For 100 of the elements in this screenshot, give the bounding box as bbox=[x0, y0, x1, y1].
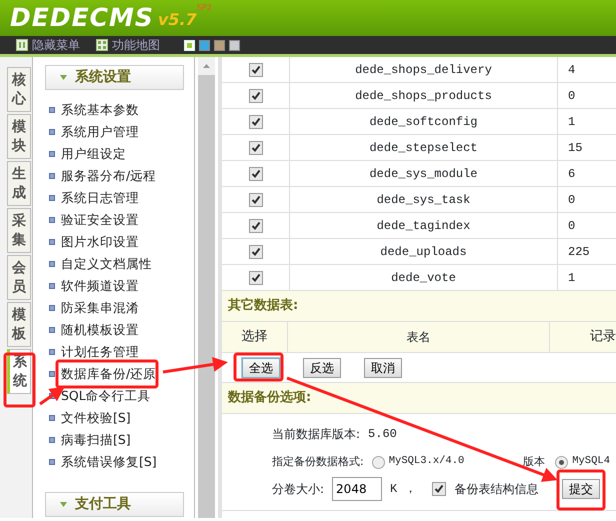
menu-section-header[interactable]: 系统设置 bbox=[45, 65, 184, 90]
field-label: 当前数据库版本: bbox=[272, 426, 360, 443]
submit-button[interactable]: 提交 bbox=[562, 479, 600, 499]
toolbar-link[interactable]: 隐藏菜单 bbox=[32, 36, 80, 54]
table-name: dede_vote bbox=[391, 270, 456, 286]
side-tab[interactable]: 核心 bbox=[7, 67, 31, 112]
side-tab[interactable]: 模块 bbox=[7, 114, 31, 159]
menu-item[interactable]: 文件校验[S] bbox=[61, 408, 131, 428]
bullet-icon bbox=[49, 349, 55, 355]
select-button[interactable]: 取消 bbox=[364, 358, 402, 378]
highlight-frame bbox=[4, 352, 36, 408]
highlight-frame bbox=[234, 352, 284, 382]
checkbox-label: 备份表结构信息 bbox=[454, 481, 538, 498]
side-tab[interactable]: 采集 bbox=[7, 208, 31, 253]
record-count: 4 bbox=[568, 62, 576, 78]
menu-item[interactable]: SQL命令行工具 bbox=[61, 386, 151, 406]
record-count: 0 bbox=[568, 192, 576, 208]
record-count: 1 bbox=[568, 270, 576, 286]
menu-item[interactable]: 防采集串混淆 bbox=[61, 298, 139, 318]
menu-item[interactable]: 系统日志管理 bbox=[61, 188, 139, 208]
field-label: 分卷大小: bbox=[272, 481, 324, 498]
record-count: 1 bbox=[568, 114, 576, 130]
bullet-icon bbox=[49, 107, 55, 113]
section-title: 系统设置 bbox=[75, 68, 131, 87]
menu-item[interactable]: 图片水印设置 bbox=[61, 232, 139, 252]
side-tab[interactable]: 生成 bbox=[7, 161, 31, 206]
bullet-icon bbox=[49, 415, 55, 421]
select-button[interactable]: 全选 bbox=[242, 358, 280, 378]
radio-button[interactable] bbox=[555, 456, 568, 468]
column-header: 表名 bbox=[406, 329, 431, 346]
table-name: dede_stepselect bbox=[369, 140, 478, 156]
bullet-icon bbox=[49, 283, 55, 289]
checkbox[interactable] bbox=[248, 88, 262, 102]
section-title: 其它数据表: bbox=[228, 296, 298, 316]
radio-label: MySQL4 bbox=[572, 454, 610, 470]
menu-item[interactable]: 数据库备份/还原 bbox=[61, 364, 156, 384]
column-header: 选择 bbox=[242, 328, 268, 346]
bullet-icon bbox=[49, 217, 55, 223]
side-tab[interactable]: 会员 bbox=[7, 255, 31, 300]
checkbox[interactable] bbox=[432, 482, 446, 496]
table-name: dede_shops_delivery bbox=[355, 62, 492, 78]
column-header: 记录 bbox=[590, 328, 616, 346]
skin-swatch[interactable] bbox=[199, 40, 210, 50]
menu-item[interactable]: 病毒扫描[S] bbox=[61, 430, 131, 450]
radio-label: MySQL3.x/4.0 bbox=[388, 454, 464, 470]
toolbar-link[interactable]: 功能地图 bbox=[112, 36, 160, 54]
unit-text: K ， bbox=[390, 481, 416, 498]
menu-item[interactable]: 服务器分布/远程 bbox=[61, 166, 156, 186]
table-name: dede_shops_products bbox=[355, 88, 492, 104]
bullet-icon bbox=[49, 305, 55, 311]
table-name: dede_softconfig bbox=[369, 114, 478, 130]
checkbox[interactable] bbox=[248, 166, 262, 180]
table-name: dede_sys_module bbox=[369, 166, 478, 182]
checkbox[interactable] bbox=[248, 270, 262, 284]
checkbox[interactable] bbox=[248, 244, 262, 258]
bullet-icon bbox=[49, 371, 55, 377]
volume-field[interactable]: 2048 bbox=[332, 477, 382, 501]
checkbox[interactable] bbox=[248, 62, 262, 76]
checkbox[interactable] bbox=[248, 192, 262, 206]
table-name: dede_sys_task bbox=[376, 192, 470, 208]
record-count: 6 bbox=[568, 166, 576, 182]
bullet-icon bbox=[49, 459, 55, 465]
menu-item[interactable]: 验证安全设置 bbox=[61, 210, 139, 230]
field-label: 指定备份数据格式: bbox=[272, 454, 364, 470]
radio-button[interactable] bbox=[372, 456, 385, 468]
table-name: dede_uploads bbox=[380, 244, 467, 260]
skin-swatch[interactable] bbox=[214, 40, 225, 50]
record-count: 15 bbox=[568, 140, 582, 156]
highlight-frame bbox=[556, 470, 606, 510]
menu-item[interactable]: 系统错误修复[S] bbox=[61, 452, 157, 472]
record-count: 0 bbox=[568, 218, 576, 234]
section-title: 支付工具 bbox=[75, 495, 131, 514]
skin-swatch[interactable] bbox=[229, 40, 240, 50]
logo-text: DEDECMS bbox=[9, 2, 154, 34]
side-tab[interactable]: 模板 bbox=[7, 302, 31, 347]
edition-text: SP2 bbox=[196, 2, 212, 14]
bullet-icon bbox=[49, 261, 55, 267]
bullet-icon bbox=[49, 195, 55, 201]
checkbox[interactable] bbox=[248, 114, 262, 128]
menu-item[interactable]: 计划任务管理 bbox=[61, 342, 139, 362]
bullet-icon bbox=[49, 239, 55, 245]
menu-item[interactable]: 随机模板设置 bbox=[61, 320, 139, 340]
checkbox[interactable] bbox=[248, 218, 262, 232]
version-text: v5.7 bbox=[158, 9, 197, 31]
menu-item[interactable]: 系统基本参数 bbox=[61, 100, 139, 120]
table-name: dede_tagindex bbox=[376, 218, 470, 234]
menu-item[interactable]: 软件频道设置 bbox=[61, 276, 139, 296]
version-value: 5.60 bbox=[368, 426, 397, 443]
menu-item[interactable]: 系统用户管理 bbox=[61, 122, 139, 142]
menu-section-header[interactable]: 支付工具 bbox=[45, 492, 184, 517]
checkbox[interactable] bbox=[248, 140, 262, 154]
select-button[interactable]: 反选 bbox=[303, 358, 341, 378]
record-count: 225 bbox=[568, 244, 590, 260]
menu-item[interactable]: 用户组设定 bbox=[61, 144, 126, 164]
bullet-icon bbox=[49, 437, 55, 443]
menu-item[interactable]: 自定义文档属性 bbox=[61, 254, 152, 274]
field-label: 版本 bbox=[523, 454, 546, 470]
scrollbar[interactable] bbox=[198, 57, 215, 518]
bullet-icon bbox=[49, 327, 55, 333]
bullet-icon bbox=[49, 129, 55, 135]
